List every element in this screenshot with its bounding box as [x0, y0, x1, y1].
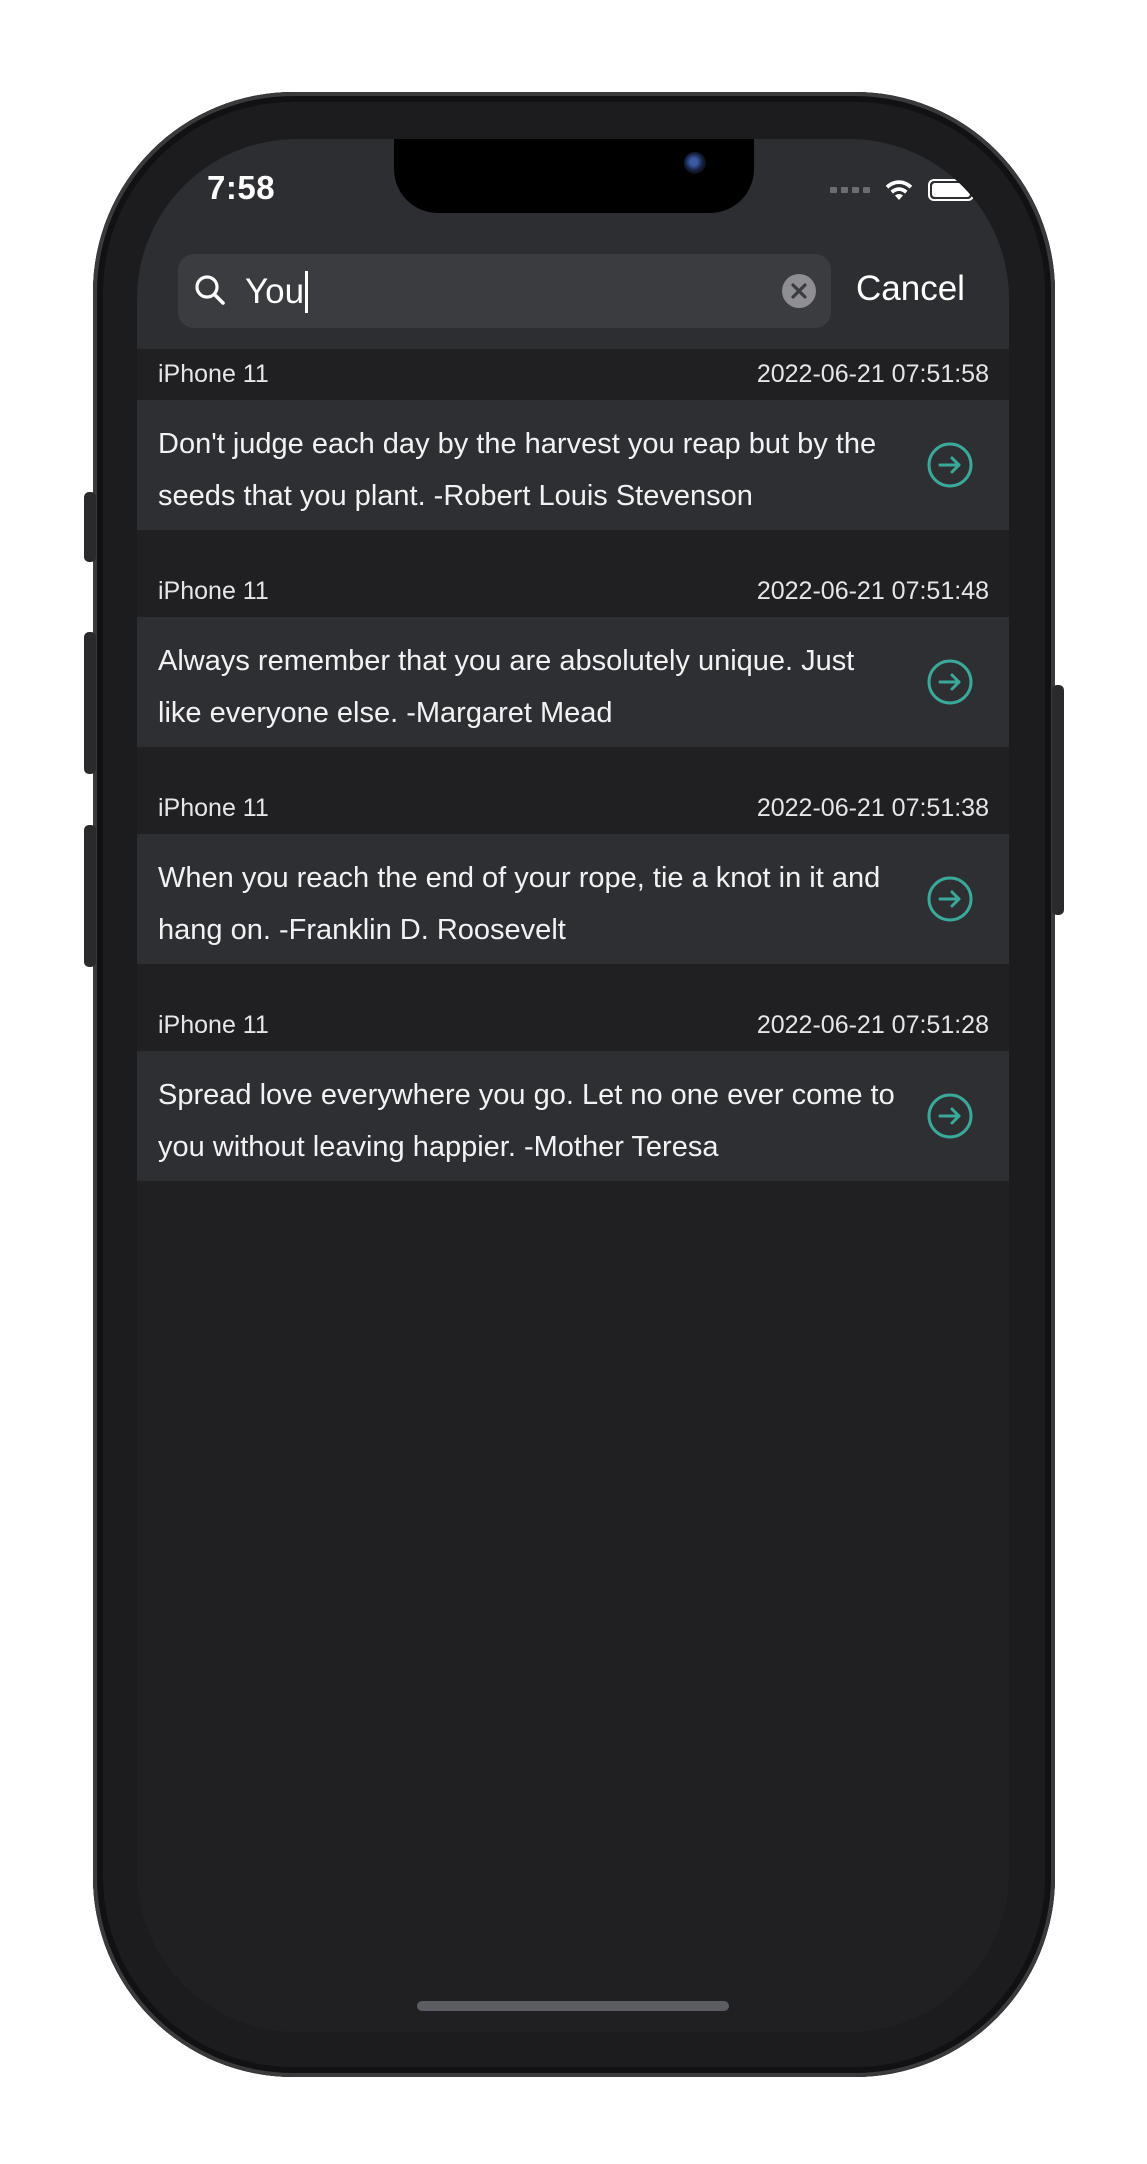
timestamp: 2022-06-21 07:51:48 — [756, 577, 989, 605]
result-header: iPhone 11 2022-06-21 07:51:28 — [137, 1000, 1009, 1051]
result-header: iPhone 11 2022-06-21 07:51:48 — [137, 566, 1009, 617]
result-header: iPhone 11 2022-06-21 07:51:38 — [137, 783, 1009, 834]
results-list: iPhone 11 2022-06-21 07:51:58 Don't judg… — [137, 349, 1009, 1181]
quote-text: Always remember that you are absolutely … — [158, 645, 855, 729]
arrow-right-circle-icon[interactable] — [926, 441, 974, 489]
list-item[interactable]: Always remember that you are absolutely … — [137, 617, 1009, 747]
result-header: iPhone 11 2022-06-21 07:51:58 — [137, 349, 1009, 400]
status-icons — [830, 175, 978, 205]
device-name: iPhone 11 — [158, 360, 269, 388]
power-button — [1052, 685, 1064, 915]
list-item[interactable]: Don't judge each day by the harvest you … — [137, 400, 1009, 530]
section-spacer — [137, 747, 1009, 783]
battery-icon — [928, 179, 978, 201]
camera — [684, 152, 706, 174]
silent-switch — [84, 492, 96, 562]
search-icon — [195, 275, 225, 305]
home-indicator[interactable] — [417, 2001, 729, 2011]
search-field[interactable]: You — [178, 254, 831, 328]
search-input-text: You — [245, 272, 305, 311]
volume-up-button — [84, 632, 96, 774]
clear-icon[interactable] — [781, 273, 817, 309]
device-name: iPhone 11 — [158, 577, 269, 605]
signal-icon — [830, 187, 870, 193]
list-item[interactable]: Spread love everywhere you go. Let no on… — [137, 1051, 1009, 1181]
section-spacer — [137, 964, 1009, 1000]
quote-text: Don't judge each day by the harvest you … — [158, 428, 877, 512]
device-name: iPhone 11 — [158, 1011, 269, 1039]
arrow-right-circle-icon[interactable] — [926, 658, 974, 706]
status-time: 7:58 — [207, 169, 276, 206]
quote-text: When you reach the end of your rope, tie… — [158, 862, 881, 946]
arrow-right-circle-icon[interactable] — [926, 875, 974, 923]
section-spacer — [137, 530, 1009, 566]
notch — [394, 139, 754, 213]
wifi-icon — [885, 180, 913, 200]
arrow-right-circle-icon[interactable] — [926, 1092, 974, 1140]
device-name: iPhone 11 — [158, 794, 269, 822]
quote-text: Spread love everywhere you go. Let no on… — [158, 1079, 895, 1163]
volume-down-button — [84, 825, 96, 967]
list-item[interactable]: When you reach the end of your rope, tie… — [137, 834, 1009, 964]
search-input[interactable]: You — [245, 271, 309, 313]
cancel-button[interactable]: Cancel — [856, 269, 965, 309]
timestamp: 2022-06-21 07:51:38 — [756, 794, 989, 822]
timestamp: 2022-06-21 07:51:58 — [756, 360, 989, 388]
text-caret — [305, 271, 309, 313]
screen: 7:58 You Cancel iPhone 11 2022-06-21 07:… — [137, 139, 1009, 2032]
timestamp: 2022-06-21 07:51:28 — [756, 1011, 989, 1039]
